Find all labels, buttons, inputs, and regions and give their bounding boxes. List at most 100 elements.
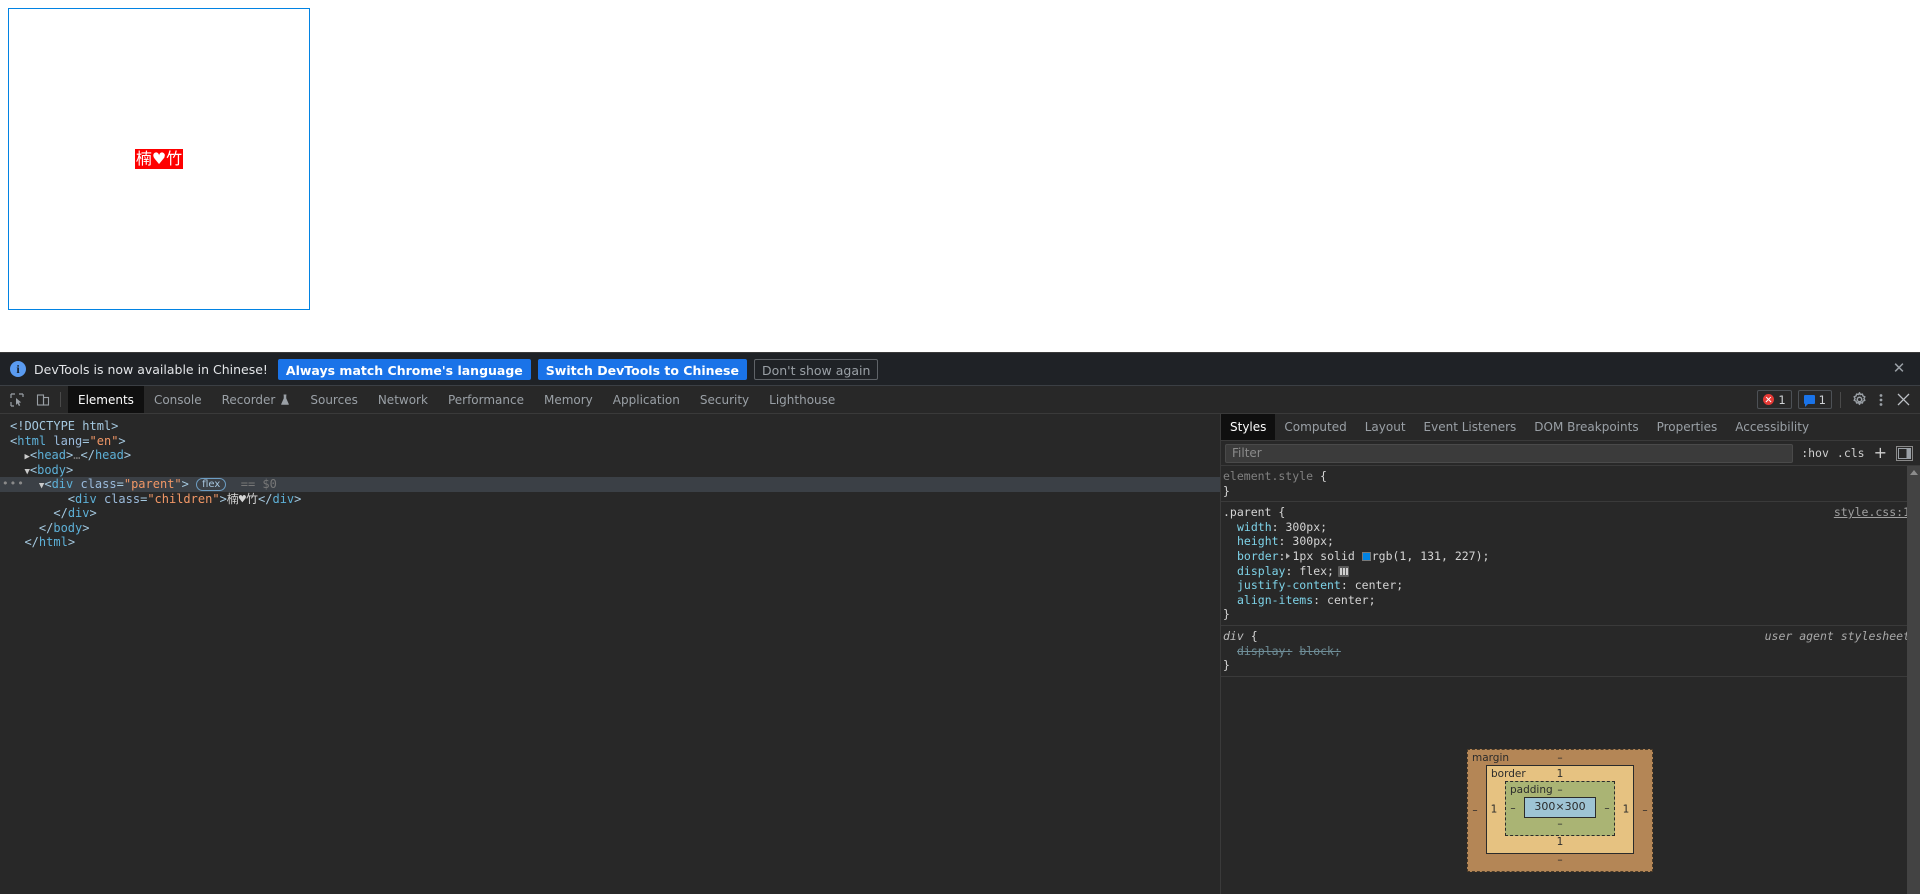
- margin-bottom-value[interactable]: –: [1472, 854, 1648, 867]
- css-rule--parent[interactable]: style.css:1 .parent {width: 300px; height:…: [1221, 502, 1920, 626]
- always-match-chrome-language-button[interactable]: Always match Chrome's language: [277, 358, 531, 380]
- css-selector-line[interactable]: .parent {: [1221, 505, 1920, 520]
- margin-right-value[interactable]: –: [1638, 803, 1652, 818]
- border-bottom-value[interactable]: 1: [1491, 836, 1629, 849]
- css-property-value[interactable]: rgb(1, 131, 227);: [1372, 549, 1490, 563]
- scroll-up-arrow-icon[interactable]: [1909, 470, 1918, 475]
- styles-filter-input[interactable]: [1225, 443, 1794, 463]
- css-property-name[interactable]: height: [1237, 534, 1279, 548]
- css-property-value[interactable]: 300px;: [1286, 520, 1328, 534]
- dom-tree[interactable]: <!DOCTYPE html> <html lang="en"> ▶<head>……: [0, 419, 1220, 550]
- tab-lighthouse[interactable]: Lighthouse: [759, 386, 845, 413]
- dom-row-doctype[interactable]: <!DOCTYPE html>: [0, 419, 1220, 434]
- dom-token-sp: [97, 492, 104, 506]
- kebab-menu-icon[interactable]: [1870, 389, 1892, 411]
- css-property-name[interactable]: align-items: [1237, 593, 1313, 607]
- css-rule-origin[interactable]: style.css:1: [1834, 505, 1910, 520]
- tab-elements-label: Elements: [78, 392, 134, 407]
- box-model-border[interactable]: border 1 1 1 padding – – – 300×300 – 1: [1486, 765, 1634, 854]
- tab-performance[interactable]: Performance: [438, 386, 534, 413]
- dom-row-child-div[interactable]: <div class="children">楠♥竹</div>: [0, 492, 1220, 507]
- tab-application[interactable]: Application: [603, 386, 690, 413]
- css-rule-div[interactable]: user agent stylesheet div {display: block…: [1221, 626, 1920, 677]
- css-property-name[interactable]: justify-content: [1237, 578, 1341, 592]
- dom-tree-pane[interactable]: <!DOCTYPE html> <html lang="en"> ▶<head>……: [0, 414, 1220, 894]
- padding-bottom-value[interactable]: –: [1510, 818, 1610, 831]
- switch-devtools-to-chinese-button[interactable]: Switch DevTools to Chinese: [537, 358, 747, 380]
- flex-badge[interactable]: flex: [196, 478, 227, 491]
- tab-layout[interactable]: Layout: [1356, 414, 1415, 440]
- css-declaration-width[interactable]: width: 300px;: [1221, 520, 1920, 535]
- css-property-value[interactable]: center;: [1327, 593, 1375, 607]
- border-left-value[interactable]: 1: [1487, 802, 1501, 817]
- cls-toggle-button[interactable]: .cls: [1833, 446, 1869, 460]
- css-rules-area[interactable]: element.style {} style.css:1 .parent {widt…: [1221, 466, 1920, 894]
- dom-row-html-open[interactable]: <html lang="en">: [0, 434, 1220, 449]
- flexbox-editor-icon[interactable]: [1337, 565, 1349, 577]
- dom-row-parent-close[interactable]: </div>: [0, 506, 1220, 521]
- dom-token-punct: >: [219, 491, 227, 506]
- dom-row-html-close[interactable]: </html>: [0, 535, 1220, 550]
- tab-dom-breakpoints[interactable]: DOM Breakpoints: [1525, 414, 1647, 440]
- dom-row-head[interactable]: ▶<head>…</head>: [0, 448, 1220, 463]
- css-declaration-display[interactable]: display: block;: [1221, 644, 1920, 659]
- computed-sidebar-toggle-icon[interactable]: [1896, 445, 1913, 461]
- dom-row-body-close[interactable]: </body>: [0, 521, 1220, 536]
- padding-right-value[interactable]: –: [1600, 801, 1614, 816]
- css-property-name[interactable]: display: [1237, 644, 1285, 658]
- tab-properties[interactable]: Properties: [1648, 414, 1727, 440]
- expand-shorthand-icon[interactable]: [1286, 552, 1291, 559]
- css-property-value[interactable]: block;: [1299, 644, 1341, 658]
- padding-left-value[interactable]: –: [1506, 801, 1520, 816]
- tab-event-listeners[interactable]: Event Listeners: [1415, 414, 1526, 440]
- dom-row-parent-div[interactable]: ••• ▼<div class="parent"> flex == $0: [0, 477, 1220, 492]
- css-declaration-height[interactable]: height: 300px;: [1221, 534, 1920, 549]
- tab-memory[interactable]: Memory: [534, 386, 603, 413]
- tab-network[interactable]: Network: [368, 386, 438, 413]
- tab-computed[interactable]: Computed: [1275, 414, 1355, 440]
- css-rule-element-style[interactable]: element.style {}: [1221, 466, 1920, 503]
- message-count-badge[interactable]: 1: [1797, 390, 1832, 409]
- dont-show-again-button[interactable]: Don't show again: [753, 358, 879, 380]
- box-model-padding[interactable]: padding – – – 300×300 –: [1505, 781, 1615, 836]
- tab-sources[interactable]: Sources: [300, 386, 367, 413]
- tab-console[interactable]: Console: [144, 386, 212, 413]
- css-selector-line[interactable]: element.style {: [1221, 469, 1920, 484]
- box-model-margin[interactable]: margin – – – border 1 1 1 padding – – – …: [1467, 749, 1653, 872]
- css-property-value[interactable]: flex;: [1299, 564, 1334, 578]
- tab-elements[interactable]: Elements: [68, 386, 144, 413]
- css-property-name[interactable]: border: [1237, 549, 1279, 563]
- tab-security[interactable]: Security: [690, 386, 759, 413]
- gear-icon[interactable]: [1848, 389, 1870, 411]
- css-declaration-border[interactable]: border: 1px solid rgb(1, 131, 227);: [1221, 549, 1920, 564]
- css-declaration-justify-content[interactable]: justify-content: center;: [1221, 578, 1920, 593]
- css-declaration-display[interactable]: display: flex;: [1221, 564, 1920, 579]
- error-icon: [1763, 394, 1775, 405]
- css-property-name[interactable]: display: [1237, 564, 1285, 578]
- hov-toggle-button[interactable]: :hov: [1797, 446, 1833, 460]
- tab-styles[interactable]: Styles: [1221, 414, 1276, 440]
- tab-accessibility[interactable]: Accessibility: [1726, 414, 1818, 440]
- css-property-value-prefix[interactable]: 1px solid: [1292, 549, 1361, 563]
- device-toolbar-icon[interactable]: [30, 386, 56, 413]
- error-count-badge[interactable]: 1: [1757, 390, 1792, 409]
- new-style-rule-button[interactable]: +: [1869, 445, 1892, 461]
- close-devtools-icon[interactable]: [1892, 389, 1914, 411]
- dom-row-more-icon[interactable]: •••: [2, 477, 25, 492]
- dom-row-body-open[interactable]: ▼<body>: [0, 463, 1220, 478]
- devtools-panel: i DevTools is now available in Chinese! …: [0, 352, 1920, 894]
- color-swatch[interactable]: [1361, 551, 1371, 561]
- css-property-value[interactable]: 300px;: [1292, 534, 1334, 548]
- css-property-value[interactable]: center;: [1355, 578, 1403, 592]
- parent-element[interactable]: 楠♥竹: [8, 8, 310, 310]
- children-element[interactable]: 楠♥竹: [134, 149, 184, 169]
- styles-scrollbar[interactable]: [1907, 466, 1920, 894]
- inspect-element-icon[interactable]: [4, 386, 30, 413]
- css-declaration-align-items[interactable]: align-items: center;: [1221, 593, 1920, 608]
- box-model-content-size[interactable]: 300×300: [1524, 797, 1596, 818]
- css-property-name[interactable]: width: [1237, 520, 1272, 534]
- margin-left-value[interactable]: –: [1468, 803, 1482, 818]
- tab-recorder[interactable]: Recorder: [212, 386, 301, 413]
- close-notification-icon[interactable]: ✕: [1890, 360, 1908, 378]
- border-right-value[interactable]: 1: [1619, 802, 1633, 817]
